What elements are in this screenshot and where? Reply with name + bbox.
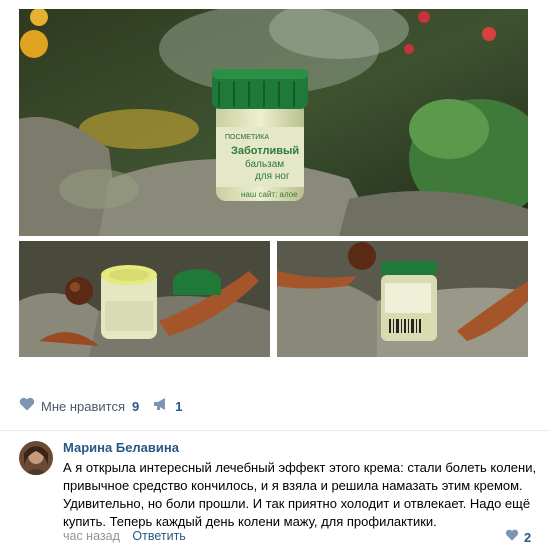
post-photo-main[interactable]: ПОСМЕТИКА Заботливый бальзам для ног наш… [19,9,528,236]
heart-icon [505,528,519,546]
post-actions: Мне нравится 9 1 [19,393,182,419]
comment-author[interactable]: Марина Белавина [63,440,179,455]
like-label: Мне нравится [41,398,126,414]
comment-like-count: 2 [524,529,532,545]
jar-label-site: наш сайт: алое [241,190,298,199]
comment-time[interactable]: час назад [63,529,120,543]
megaphone-icon [153,397,169,416]
reply-button[interactable]: Ответить [132,529,185,543]
like-button[interactable]: Мне нравится 9 [19,397,139,416]
post-photo-thumb-2[interactable] [277,241,528,357]
comment-like-button[interactable]: 2 [505,528,531,546]
jar-label-line1: Заботливый [231,145,299,157]
share-button[interactable]: 1 [153,397,182,416]
divider [0,430,549,431]
heart-icon [19,397,35,416]
comment-text: А я открыла интересный лечебный эффект э… [63,460,537,529]
comment-meta: час назад Ответить [63,529,186,543]
like-count: 9 [132,398,140,414]
avatar[interactable] [19,441,53,475]
jar-label-line3: для ног [255,171,290,182]
jar-label-brand: ПОСМЕТИКА [225,134,269,141]
jar-label-line2: бальзам [245,158,284,170]
share-count: 1 [175,398,183,414]
post-photo-thumb-1[interactable] [19,241,270,357]
